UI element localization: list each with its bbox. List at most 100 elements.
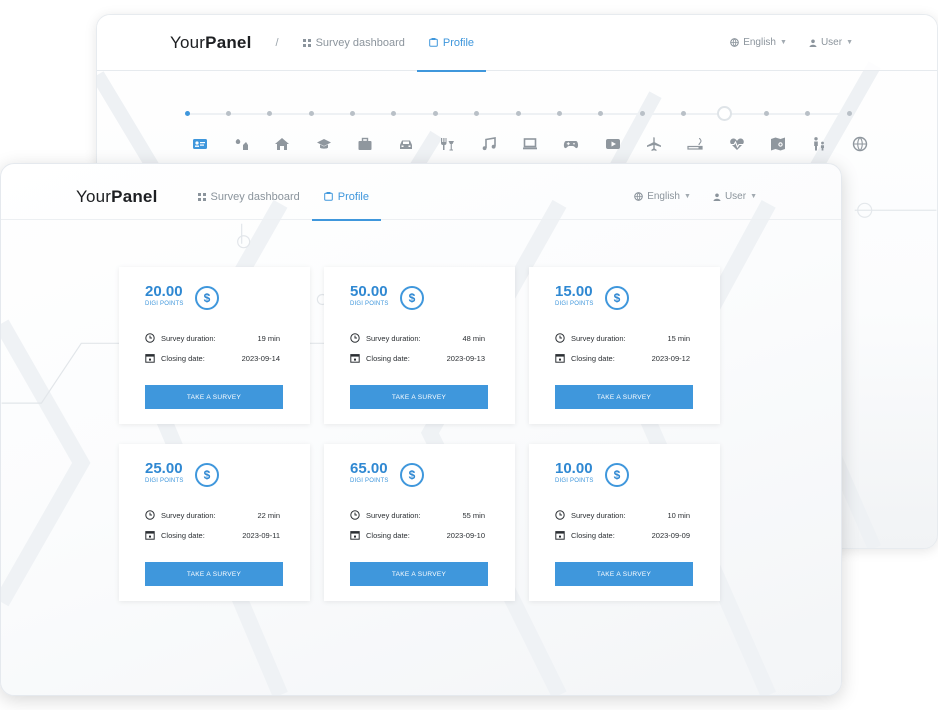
closing-label: Closing date:: [366, 353, 410, 363]
calendar-icon: [350, 353, 360, 363]
globe-icon[interactable]: [840, 132, 881, 156]
duration-value: 10 min: [667, 510, 690, 520]
globe-icon: [730, 38, 740, 47]
points-unit: DIGI POINTS: [350, 301, 389, 307]
calendar-icon: [555, 353, 565, 363]
family-icon[interactable]: [798, 132, 839, 156]
user-menu[interactable]: User ▼: [809, 37, 853, 48]
travel-icon[interactable]: [633, 132, 674, 156]
points-block: 10.00 DIGI POINTS: [555, 461, 594, 485]
points-block: 20.00 DIGI POINTS: [145, 283, 184, 308]
duration-value: 48 min: [462, 333, 485, 343]
language-label: English: [743, 37, 776, 48]
progress-step-dot: [763, 111, 769, 116]
tab-survey-dashboard[interactable]: Survey dashboard: [291, 15, 417, 71]
video-icon[interactable]: [592, 132, 633, 156]
take-survey-button[interactable]: TAKE A SURVEY: [145, 385, 283, 409]
duration-value: 22 min: [257, 510, 280, 520]
dollar-coin-icon: $: [400, 463, 424, 487]
closing-row: Closing date: 2023-09-11: [145, 530, 280, 540]
grid-icon: [302, 38, 311, 47]
logo[interactable]: YourPanel: [170, 33, 252, 53]
duration-row: Survey duration: 55 min: [350, 510, 485, 520]
closing-value: 2023-09-13: [446, 353, 485, 363]
closing-label: Closing date:: [161, 353, 205, 363]
back-header: YourPanel / Survey dashboard Profile Eng…: [97, 15, 937, 72]
calendar-icon: [350, 530, 360, 540]
computer-icon[interactable]: [509, 132, 550, 156]
closing-row: Closing date: 2023-09-09: [555, 530, 690, 540]
work-icon[interactable]: [344, 132, 385, 156]
stage: YourPanel / Survey dashboard Profile Eng…: [0, 0, 938, 710]
car-icon[interactable]: [385, 132, 426, 156]
progress-step-dot: [846, 111, 852, 116]
category-icons: [179, 132, 881, 156]
circuit-background: [1, 199, 776, 695]
smoking-icon[interactable]: [675, 132, 716, 156]
take-survey-button[interactable]: TAKE A SURVEY: [555, 562, 693, 586]
language-selector[interactable]: English ▼: [634, 191, 691, 202]
points-amount: 15.00: [555, 283, 593, 300]
duration-row: Survey duration: 22 min: [145, 510, 280, 520]
tab-profile[interactable]: Profile: [311, 174, 382, 221]
calendar-icon: [145, 530, 155, 540]
tab-survey-dashboard[interactable]: Survey dashboard: [186, 174, 312, 220]
take-survey-button[interactable]: TAKE A SURVEY: [145, 562, 283, 586]
points-amount: 20.00: [145, 283, 183, 300]
progress-step-dot: [308, 111, 314, 116]
duration-label: Survey duration:: [161, 510, 216, 520]
clock-icon: [555, 333, 565, 343]
closing-row: Closing date: 2023-09-14: [145, 353, 280, 363]
closing-row: Closing date: 2023-09-10: [350, 530, 485, 540]
language-label: English: [647, 191, 680, 202]
survey-card: 65.00 DIGI POINTS $ Survey duration: 55 …: [324, 444, 515, 601]
clock-icon: [350, 333, 360, 343]
user-menu[interactable]: User ▼: [713, 191, 757, 202]
duration-row: Survey duration: 15 min: [555, 333, 690, 343]
calendar-icon: [145, 353, 155, 363]
take-survey-button[interactable]: TAKE A SURVEY: [555, 385, 693, 409]
closing-label: Closing date:: [571, 530, 615, 540]
chevron-down-icon: ▼: [684, 193, 691, 200]
health-icon[interactable]: [716, 132, 757, 156]
profile-icon: [429, 38, 438, 47]
home-icon[interactable]: [262, 132, 303, 156]
logo[interactable]: YourPanel: [76, 187, 158, 207]
tab-profile[interactable]: Profile: [416, 15, 487, 72]
duration-label: Survey duration:: [571, 510, 626, 520]
duration-row: Survey duration: 10 min: [555, 510, 690, 520]
progress-step-dot: [556, 111, 562, 116]
chevron-down-icon: ▼: [846, 39, 853, 46]
take-survey-button[interactable]: TAKE A SURVEY: [350, 562, 488, 586]
closing-value: 2023-09-14: [241, 353, 280, 363]
dollar-coin-icon: $: [195, 286, 219, 310]
points-block: 15.00 DIGI POINTS: [555, 283, 594, 308]
garden-icon[interactable]: [220, 132, 261, 156]
points-unit: DIGI POINTS: [145, 478, 184, 484]
maps-icon[interactable]: [757, 132, 798, 156]
closing-label: Closing date:: [571, 353, 615, 363]
globe-icon: [634, 192, 644, 201]
music-icon[interactable]: [468, 132, 509, 156]
chevron-down-icon: ▼: [750, 193, 757, 200]
take-survey-button[interactable]: TAKE A SURVEY: [350, 385, 488, 409]
gaming-icon[interactable]: [551, 132, 592, 156]
survey-card: 50.00 DIGI POINTS $ Survey duration: 48 …: [324, 267, 515, 424]
tab-label: Profile: [337, 190, 369, 203]
dollar-coin-icon: $: [605, 463, 629, 487]
clock-icon: [145, 333, 155, 343]
progress-step-dot: [639, 111, 645, 116]
food-drink-icon[interactable]: [427, 132, 468, 156]
calendar-icon: [555, 530, 565, 540]
user-icon: [809, 39, 817, 47]
duration-value: 19 min: [257, 333, 280, 343]
dollar-coin-icon: $: [605, 286, 629, 310]
points-block: 65.00 DIGI POINTS: [350, 461, 389, 485]
survey-card: 15.00 DIGI POINTS $ Survey duration: 15 …: [529, 267, 720, 424]
education-icon[interactable]: [303, 132, 344, 156]
tab-label: Survey dashboard: [210, 190, 300, 203]
id-card-icon[interactable]: [179, 132, 220, 156]
language-selector[interactable]: English ▼: [730, 37, 787, 48]
survey-card: 20.00 DIGI POINTS $ Survey duration: 19 …: [119, 267, 310, 424]
progress-step-ring: [717, 106, 733, 121]
